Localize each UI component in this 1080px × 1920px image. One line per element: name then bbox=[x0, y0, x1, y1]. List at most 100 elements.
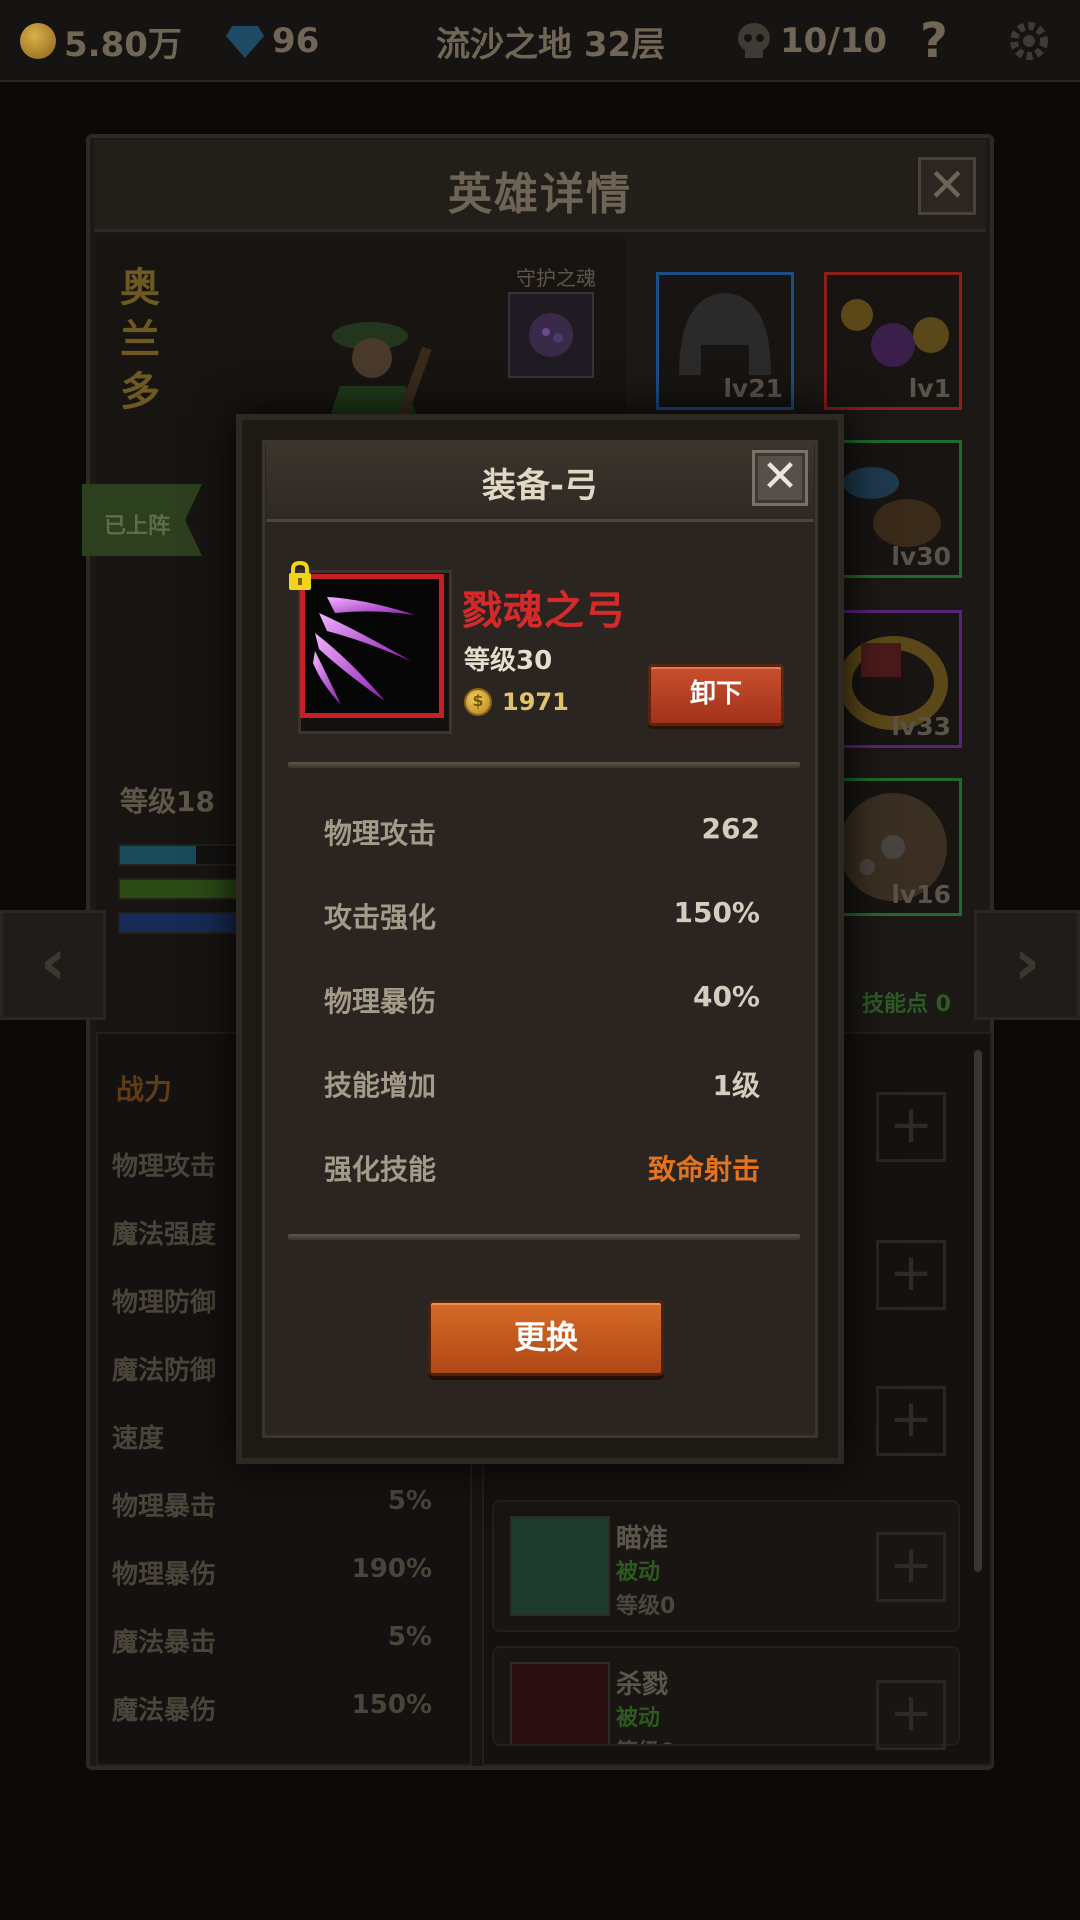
skill-level: 等级0 bbox=[616, 1594, 676, 1619]
hero-detail-header: 英雄详情 bbox=[94, 140, 986, 232]
hero-detail-title: 英雄详情 bbox=[448, 169, 632, 220]
purple-claw-icon bbox=[313, 597, 415, 705]
add-skill-button[interactable]: + bbox=[876, 1680, 946, 1750]
gold-counter: 5.80万 bbox=[20, 14, 182, 68]
equip-slot-ring[interactable]: lv33 bbox=[824, 610, 962, 748]
top-resource-bar: 5.80万 96 流沙之地 32层 10/10 ? bbox=[0, 0, 1080, 82]
equip-stat-value: 150% bbox=[673, 896, 760, 929]
equip-stat-label: 物理暴伤 bbox=[324, 985, 437, 1018]
equip-slot-shield[interactable]: lv16 bbox=[824, 778, 962, 916]
gold-amount: 5.80万 bbox=[64, 24, 182, 65]
skill-type: 被动 bbox=[616, 1560, 661, 1585]
stat-row: 物理暴伤 190% bbox=[112, 1554, 432, 1591]
item-sell-price: $ 1971 bbox=[464, 688, 569, 716]
gold-coin-icon bbox=[20, 23, 56, 59]
hero-level: 等级18 bbox=[120, 785, 215, 818]
skill-name: 瞄准 bbox=[616, 1524, 669, 1554]
stat-label: 魔法暴伤 bbox=[112, 1696, 217, 1726]
equipment-detail-modal: 装备-弓 ✕ 戮魂之弓 等级30 $ 1971 卸下 物理攻击 262 攻击强化… bbox=[236, 414, 844, 1464]
gem-amount: 96 bbox=[272, 21, 320, 61]
stat-label: 魔法防御 bbox=[112, 1356, 217, 1386]
next-hero-button[interactable]: › bbox=[974, 910, 1080, 1020]
equip-slot-level: lv1 bbox=[908, 374, 951, 403]
stat-label: 魔法暴击 bbox=[112, 1628, 217, 1658]
skill-level: 等级0 bbox=[616, 1734, 675, 1744]
divider bbox=[288, 1234, 800, 1240]
item-name: 戮魂之弓 bbox=[462, 588, 626, 634]
equip-stat-value: 40% bbox=[692, 980, 760, 1013]
add-skill-button[interactable]: + bbox=[876, 1240, 946, 1310]
skill-type: 被动 bbox=[616, 1706, 661, 1731]
settings-button[interactable] bbox=[1006, 14, 1052, 68]
stat-label: 速度 bbox=[112, 1424, 165, 1454]
unequip-button[interactable]: 卸下 bbox=[648, 664, 784, 726]
equip-stat-row: 物理暴伤 40% bbox=[324, 980, 760, 1020]
equip-stat-value: 1级 bbox=[712, 1069, 760, 1102]
item-price-value: 1971 bbox=[502, 688, 569, 716]
gem-counter: 96 bbox=[226, 14, 319, 68]
add-skill-button[interactable]: + bbox=[876, 1386, 946, 1456]
hero-detail-close-button[interactable]: ✕ bbox=[918, 157, 976, 215]
equip-slot-level: lv33 bbox=[891, 712, 951, 741]
equip-stat-value: 致命射击 bbox=[647, 1153, 760, 1186]
lock-icon[interactable] bbox=[286, 560, 314, 592]
stat-row: 物理暴击 5% bbox=[112, 1486, 432, 1523]
stat-label: 物理暴伤 bbox=[112, 1560, 217, 1590]
stat-value: 5% bbox=[387, 1622, 432, 1652]
guardian-soul-slot[interactable] bbox=[508, 292, 594, 378]
aim-skill-icon bbox=[510, 1516, 610, 1616]
modal-close-button[interactable]: ✕ bbox=[752, 450, 808, 506]
equip-slot-amulet[interactable]: lv1 bbox=[824, 272, 962, 410]
mana-bar bbox=[118, 912, 248, 934]
equip-stat-label: 强化技能 bbox=[324, 1153, 437, 1186]
guardian-creature-icon bbox=[529, 313, 573, 357]
skull-icon bbox=[738, 23, 770, 58]
gear-icon bbox=[1010, 22, 1048, 60]
equip-slot-level: lv21 bbox=[723, 374, 783, 403]
item-icon[interactable] bbox=[300, 574, 444, 718]
add-skill-button[interactable]: + bbox=[876, 1532, 946, 1602]
stage-name: 流沙之地 32层 bbox=[436, 24, 666, 65]
stat-row: 魔法暴伤 150% bbox=[112, 1690, 432, 1727]
skill-points-label: 技能点 0 bbox=[862, 992, 951, 1017]
stat-label: 物理防御 bbox=[112, 1288, 217, 1318]
stat-value: 190% bbox=[351, 1554, 432, 1584]
combat-power-label: 战力 bbox=[116, 1073, 173, 1106]
stat-label: 魔法强度 bbox=[112, 1220, 217, 1250]
stat-value: 150% bbox=[351, 1690, 432, 1720]
equip-slot-level: lv30 bbox=[891, 542, 951, 571]
equip-stat-row: 攻击强化 150% bbox=[324, 896, 760, 936]
stat-label: 物理暴击 bbox=[112, 1492, 217, 1522]
skill-list-scrollbar[interactable] bbox=[974, 1050, 982, 1572]
divider bbox=[288, 762, 800, 768]
hero-name: 奥兰多 bbox=[120, 265, 160, 415]
stamina-amount: 10/10 bbox=[780, 21, 888, 61]
modal-header: 装备-弓 bbox=[266, 440, 814, 522]
item-level: 等级30 bbox=[464, 646, 553, 676]
equip-slot-boots[interactable]: lv30 bbox=[824, 440, 962, 578]
equip-stat-row: 技能增加 1级 bbox=[324, 1064, 760, 1104]
hp-bar bbox=[118, 844, 248, 866]
add-skill-button[interactable]: + bbox=[876, 1092, 946, 1162]
equip-slot-level: lv16 bbox=[891, 880, 951, 909]
stat-row: 魔法暴击 5% bbox=[112, 1622, 432, 1659]
prev-hero-button[interactable]: ‹ bbox=[0, 910, 106, 1020]
equip-stat-row: 物理攻击 262 bbox=[324, 812, 760, 852]
gold-coin-icon: $ bbox=[464, 688, 492, 716]
equip-stat-label: 技能增加 bbox=[324, 1069, 437, 1102]
help-button[interactable]: ? bbox=[920, 13, 948, 69]
equip-stat-value: 262 bbox=[701, 812, 760, 845]
equip-slot-helmet[interactable]: lv21 bbox=[656, 272, 794, 410]
equip-stat-row: 强化技能 致命射击 bbox=[324, 1148, 760, 1188]
equip-stat-label: 攻击强化 bbox=[324, 901, 437, 934]
skill-name: 杀戮 bbox=[616, 1670, 669, 1700]
slaughter-skill-icon bbox=[510, 1662, 610, 1744]
diamond-icon bbox=[226, 26, 264, 58]
replace-button[interactable]: 更换 bbox=[428, 1300, 664, 1376]
guardian-soul-label: 守护之魂 bbox=[516, 266, 596, 290]
stat-value: 5% bbox=[387, 1486, 432, 1516]
deployed-tag: 已上阵 bbox=[82, 484, 202, 556]
stamina-counter: 10/10 bbox=[736, 14, 887, 68]
exp-bar bbox=[118, 878, 248, 900]
equip-stat-label: 物理攻击 bbox=[324, 817, 437, 850]
